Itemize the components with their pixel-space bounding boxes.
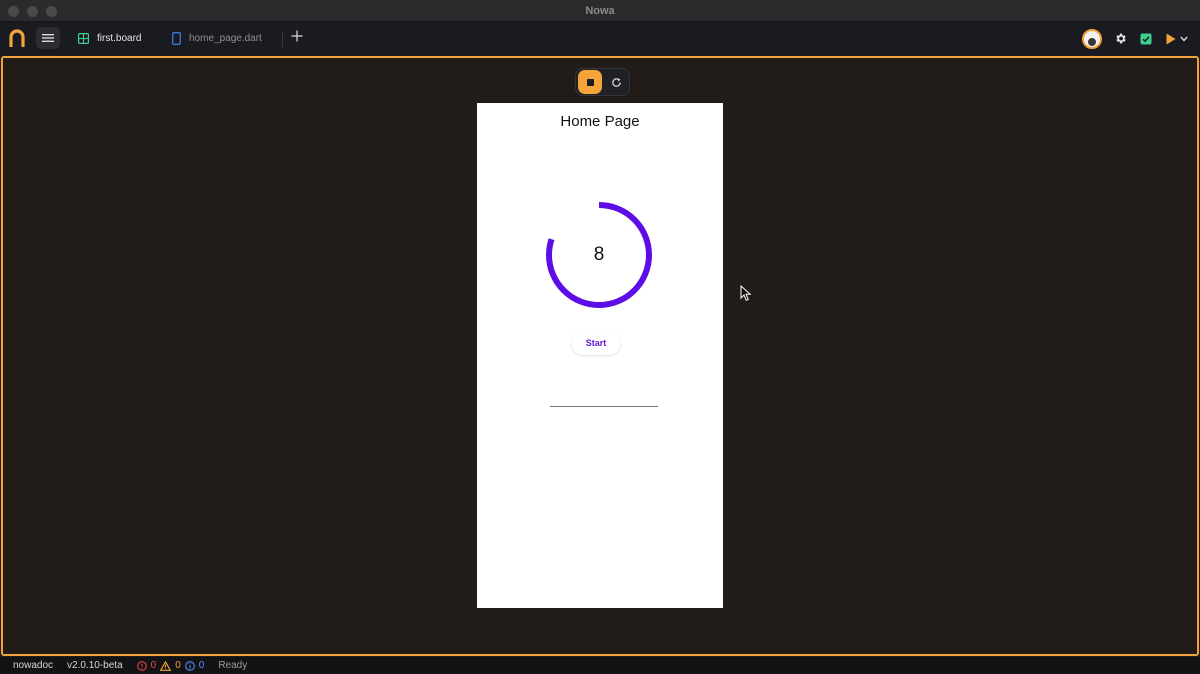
warning-icon — [160, 660, 172, 671]
phone-preview[interactable]: Home Page 8 Start — [477, 103, 723, 608]
tab-home-page-dart[interactable]: home_page.dart — [172, 28, 262, 49]
info-icon — [184, 660, 195, 671]
chevron-down-icon — [1180, 36, 1188, 41]
status-text: Ready — [218, 660, 248, 671]
status-bar: nowadoc v2.0.10-beta 0 0 0 Ready — [0, 657, 1200, 674]
refresh-icon — [611, 77, 621, 87]
start-button[interactable]: Start — [571, 331, 621, 355]
settings-button[interactable] — [1112, 31, 1128, 47]
nowa-logo-icon[interactable] — [8, 29, 26, 47]
run-button[interactable] — [1164, 31, 1190, 47]
app-window: Nowa first.board home_page.dart Home Pag… — [0, 0, 1200, 674]
error-count: 0 — [150, 660, 157, 671]
phone-icon — [172, 32, 181, 45]
project-name[interactable]: nowadoc — [13, 660, 53, 671]
avatar-head — [1088, 37, 1096, 46]
board-canvas[interactable]: Home Page 8 Start — [1, 56, 1199, 656]
preview-run-controls — [575, 68, 630, 96]
stop-icon — [586, 78, 594, 86]
countdown-value: 8 — [593, 244, 605, 265]
window-title: Nowa — [585, 4, 615, 17]
minimize-window-button[interactable] — [27, 6, 38, 17]
window-controls — [8, 6, 57, 17]
hamburger-icon — [42, 34, 54, 42]
gear-icon — [1115, 33, 1126, 44]
info-count: 0 — [198, 660, 205, 671]
checkbox-icon — [1140, 33, 1152, 44]
user-avatar[interactable] — [1082, 28, 1102, 49]
error-icon — [136, 660, 147, 671]
tab-first-board[interactable]: first.board — [78, 28, 141, 49]
toolbar-actions — [1082, 27, 1190, 50]
plus-icon — [291, 30, 303, 42]
zoom-window-button[interactable] — [46, 6, 57, 17]
mouse-pointer-icon — [740, 285, 752, 301]
tab-label: first.board — [97, 33, 142, 44]
text-field-underline[interactable] — [550, 406, 658, 407]
tasks-button[interactable] — [1138, 31, 1154, 47]
tab-divider — [282, 31, 283, 47]
board-grid-icon — [78, 33, 89, 44]
warning-count: 0 — [175, 660, 181, 671]
main-menu-button[interactable] — [36, 27, 60, 49]
app-toolbar: first.board home_page.dart — [0, 22, 1200, 55]
page-title: Home Page — [560, 113, 640, 130]
close-window-button[interactable] — [8, 6, 19, 17]
reload-preview-button[interactable] — [608, 74, 624, 90]
app-version: v2.0.10-beta — [67, 660, 123, 671]
title-bar: Nowa — [0, 0, 1200, 22]
problem-counts[interactable]: 0 0 0 — [136, 660, 205, 671]
stop-preview-button[interactable] — [578, 70, 602, 94]
tab-label: home_page.dart — [189, 33, 262, 44]
add-tab-button[interactable] — [289, 29, 305, 47]
play-icon — [1166, 33, 1176, 44]
